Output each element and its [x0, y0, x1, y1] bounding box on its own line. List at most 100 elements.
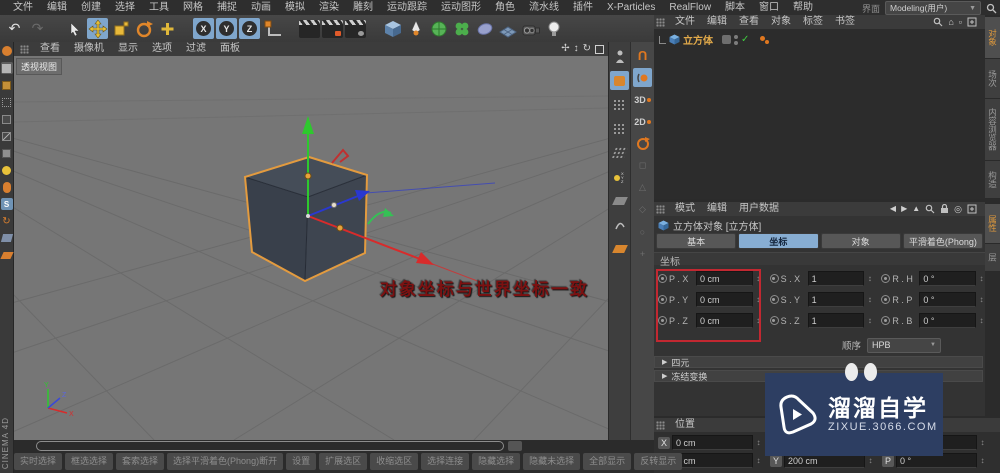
tab-coordinates[interactable]: 坐标: [738, 233, 819, 249]
spinner-icon[interactable]: ↕: [755, 438, 762, 447]
command-tab[interactable]: 隐藏选择: [472, 453, 521, 470]
am-menu-item[interactable]: 模式: [669, 202, 701, 216]
deformer-button[interactable]: [474, 18, 495, 39]
guide-icon[interactable]: ◻: [633, 156, 652, 175]
menu-item[interactable]: 插件: [566, 0, 600, 15]
lock-icon[interactable]: [940, 204, 949, 214]
mograph-button[interactable]: [451, 18, 472, 39]
lock-z-axis-button[interactable]: Z: [239, 18, 260, 39]
magnet-icon[interactable]: U: [633, 46, 652, 65]
command-tab[interactable]: 框选选择: [65, 453, 114, 470]
last-tool-button[interactable]: [156, 18, 177, 39]
dynamic-guide-icon[interactable]: △: [633, 178, 652, 197]
tab-basic[interactable]: 基本: [656, 233, 737, 249]
redo-button[interactable]: ↷: [27, 18, 48, 39]
scale-field[interactable]: 1: [807, 292, 865, 307]
search-icon[interactable]: [933, 17, 943, 27]
model-mode-icon[interactable]: [0, 62, 13, 74]
tab-attributes[interactable]: 属性: [985, 204, 1000, 244]
rotation-field[interactable]: 0 °: [919, 313, 977, 328]
menu-item[interactable]: 窗口: [752, 0, 786, 15]
tab-object[interactable]: 对象: [820, 233, 901, 249]
pos-y-field[interactable]: 0 cm: [672, 453, 753, 468]
om-menu-item[interactable]: 编辑: [701, 15, 733, 29]
command-tab[interactable]: 扩展选区: [319, 453, 368, 470]
command-tab[interactable]: 收缩选区: [370, 453, 419, 470]
pan-icon[interactable]: ✢: [561, 42, 569, 56]
viewport-panel[interactable]: 查看 摄像机 显示 选项 过滤 面板 ✢ ↕ ↻ 透视视图 Y X Z 对象坐标…: [14, 42, 608, 440]
quaternion-section[interactable]: ▶ 四元: [654, 356, 983, 368]
history-back-icon[interactable]: ◀: [890, 202, 896, 216]
command-tab[interactable]: 设置: [286, 453, 317, 470]
command-tab[interactable]: 选择连接: [421, 453, 470, 470]
keyframe-radio[interactable]: [769, 274, 779, 283]
layout-preset-dropdown[interactable]: Modeling(用户) ▼: [885, 1, 981, 15]
scale-tool-button[interactable]: [110, 18, 131, 39]
new-panel-icon[interactable]: [967, 204, 977, 214]
primitive-cube-button[interactable]: [382, 18, 403, 39]
object-name-label[interactable]: 立方体: [683, 32, 713, 47]
menu-item[interactable]: 工具: [142, 0, 176, 15]
panel-handle-icon[interactable]: [20, 44, 29, 54]
history-forward-icon[interactable]: ▶: [901, 202, 907, 216]
coordinate-system-button[interactable]: [262, 18, 283, 39]
parent-up-icon[interactable]: ▲: [912, 202, 920, 216]
array-icon[interactable]: [610, 95, 629, 114]
slant-plane-icon[interactable]: [610, 191, 629, 210]
polygons-mode-icon[interactable]: [1, 147, 13, 159]
viewport-menu-item[interactable]: 面板: [213, 42, 247, 56]
viewport-menu-item[interactable]: 显示: [111, 42, 145, 56]
new-panel-icon[interactable]: [967, 17, 977, 27]
keyframe-radio[interactable]: [881, 274, 891, 283]
layers-icon[interactable]: [0, 232, 13, 244]
om-menu-item[interactable]: 对象: [765, 15, 797, 29]
viewport-menu-item[interactable]: 摄像机: [67, 42, 111, 56]
om-menu-item[interactable]: 查看: [733, 15, 765, 29]
texture-mode-icon[interactable]: [1, 79, 13, 91]
object-row[interactable]: 立方体 ✓: [656, 32, 772, 47]
om-menu-item[interactable]: 标签: [797, 15, 829, 29]
menu-item[interactable]: 运动图形: [434, 0, 488, 15]
scale-field[interactable]: 1: [807, 271, 865, 286]
viewport-canvas[interactable]: 透视视图 Y X Z 对象坐标与世界坐标一致: [14, 56, 608, 440]
zoom-icon[interactable]: ↕: [574, 42, 579, 56]
rotation-field[interactable]: 0 °: [919, 292, 977, 307]
key-icon[interactable]: [508, 441, 522, 451]
rotation-field[interactable]: 0 °: [919, 271, 977, 286]
timeline-slider[interactable]: [36, 441, 504, 451]
vertex-snap-icon[interactable]: ◇: [633, 200, 652, 219]
viewport-menu-item[interactable]: 选项: [145, 42, 179, 56]
enabled-check-icon[interactable]: ✓: [741, 34, 749, 45]
midpoint-snap-icon[interactable]: +: [633, 244, 652, 263]
menu-item[interactable]: 脚本: [718, 0, 752, 15]
tab-phong[interactable]: 平滑着色(Phong): [902, 233, 983, 249]
tab-content-browser[interactable]: 内容浏览器: [985, 99, 1000, 161]
keyframe-radio[interactable]: [769, 295, 779, 304]
snap-icon[interactable]: S: [0, 198, 13, 210]
cloth-icon[interactable]: [610, 71, 629, 90]
workplane-icon[interactable]: [0, 249, 14, 261]
snap-3d-icon[interactable]: 3D: [633, 90, 652, 109]
workplane-mode-icon[interactable]: [1, 96, 13, 108]
command-tab[interactable]: 选择平滑着色(Phong)断开: [167, 453, 284, 470]
plane-grid-icon[interactable]: [610, 143, 629, 162]
light-button[interactable]: [543, 18, 564, 39]
maximize-icon[interactable]: [595, 45, 604, 54]
pen-spline-button[interactable]: [405, 18, 426, 39]
grid-array-icon[interactable]: [610, 119, 629, 138]
order-dropdown[interactable]: HPB ▼: [867, 337, 941, 353]
points-mode-icon[interactable]: [1, 113, 13, 125]
spinner-icon[interactable]: ↕: [755, 456, 762, 465]
tab-layers[interactable]: 层: [985, 244, 1000, 272]
spinner-icon[interactable]: ↕: [978, 316, 985, 325]
make-editable-icon[interactable]: [1, 45, 13, 57]
command-tab[interactable]: 实时选择: [14, 453, 63, 470]
phong-tag-icon[interactable]: [760, 34, 772, 46]
menu-item[interactable]: 帮助: [786, 0, 820, 15]
tab-takes[interactable]: 场次: [985, 59, 1000, 99]
home-icon[interactable]: ⌂: [948, 15, 953, 29]
menu-item[interactable]: 编辑: [40, 0, 74, 15]
panel-handle-icon[interactable]: [656, 204, 665, 214]
falloff-icon[interactable]: ↻: [1, 215, 13, 227]
workplane-icon[interactable]: [610, 239, 629, 258]
